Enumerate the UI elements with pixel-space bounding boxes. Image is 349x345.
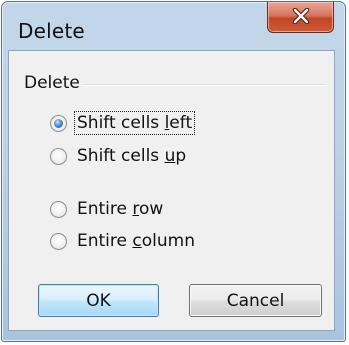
radio-shift-cells-left[interactable] xyxy=(50,114,67,132)
option-entire-row[interactable]: Entire row xyxy=(50,196,165,222)
radio-shift-cells-up[interactable] xyxy=(50,147,67,165)
dialog-title: Delete xyxy=(18,19,85,43)
option-label-shift-cells-left: Shift cells left xyxy=(73,111,196,135)
group-divider xyxy=(84,84,326,86)
option-entire-column[interactable]: Entire column xyxy=(50,228,197,254)
cancel-button[interactable]: Cancel xyxy=(189,284,322,317)
radio-selected-dot xyxy=(54,118,63,128)
radio-entire-row[interactable] xyxy=(50,200,67,218)
option-shift-cells-up[interactable]: Shift cells up xyxy=(50,143,188,169)
ok-button[interactable]: OK xyxy=(38,284,159,317)
option-shift-cells-left[interactable]: Shift cells left xyxy=(50,110,196,136)
option-label-entire-row: Entire row xyxy=(77,199,164,219)
radio-entire-column[interactable] xyxy=(50,232,67,250)
option-label-entire-column: Entire column xyxy=(77,231,195,251)
option-label-shift-cells-up: Shift cells up xyxy=(77,146,187,166)
close-button[interactable] xyxy=(267,2,334,33)
close-icon xyxy=(292,8,310,24)
group-label: Delete xyxy=(24,73,80,93)
